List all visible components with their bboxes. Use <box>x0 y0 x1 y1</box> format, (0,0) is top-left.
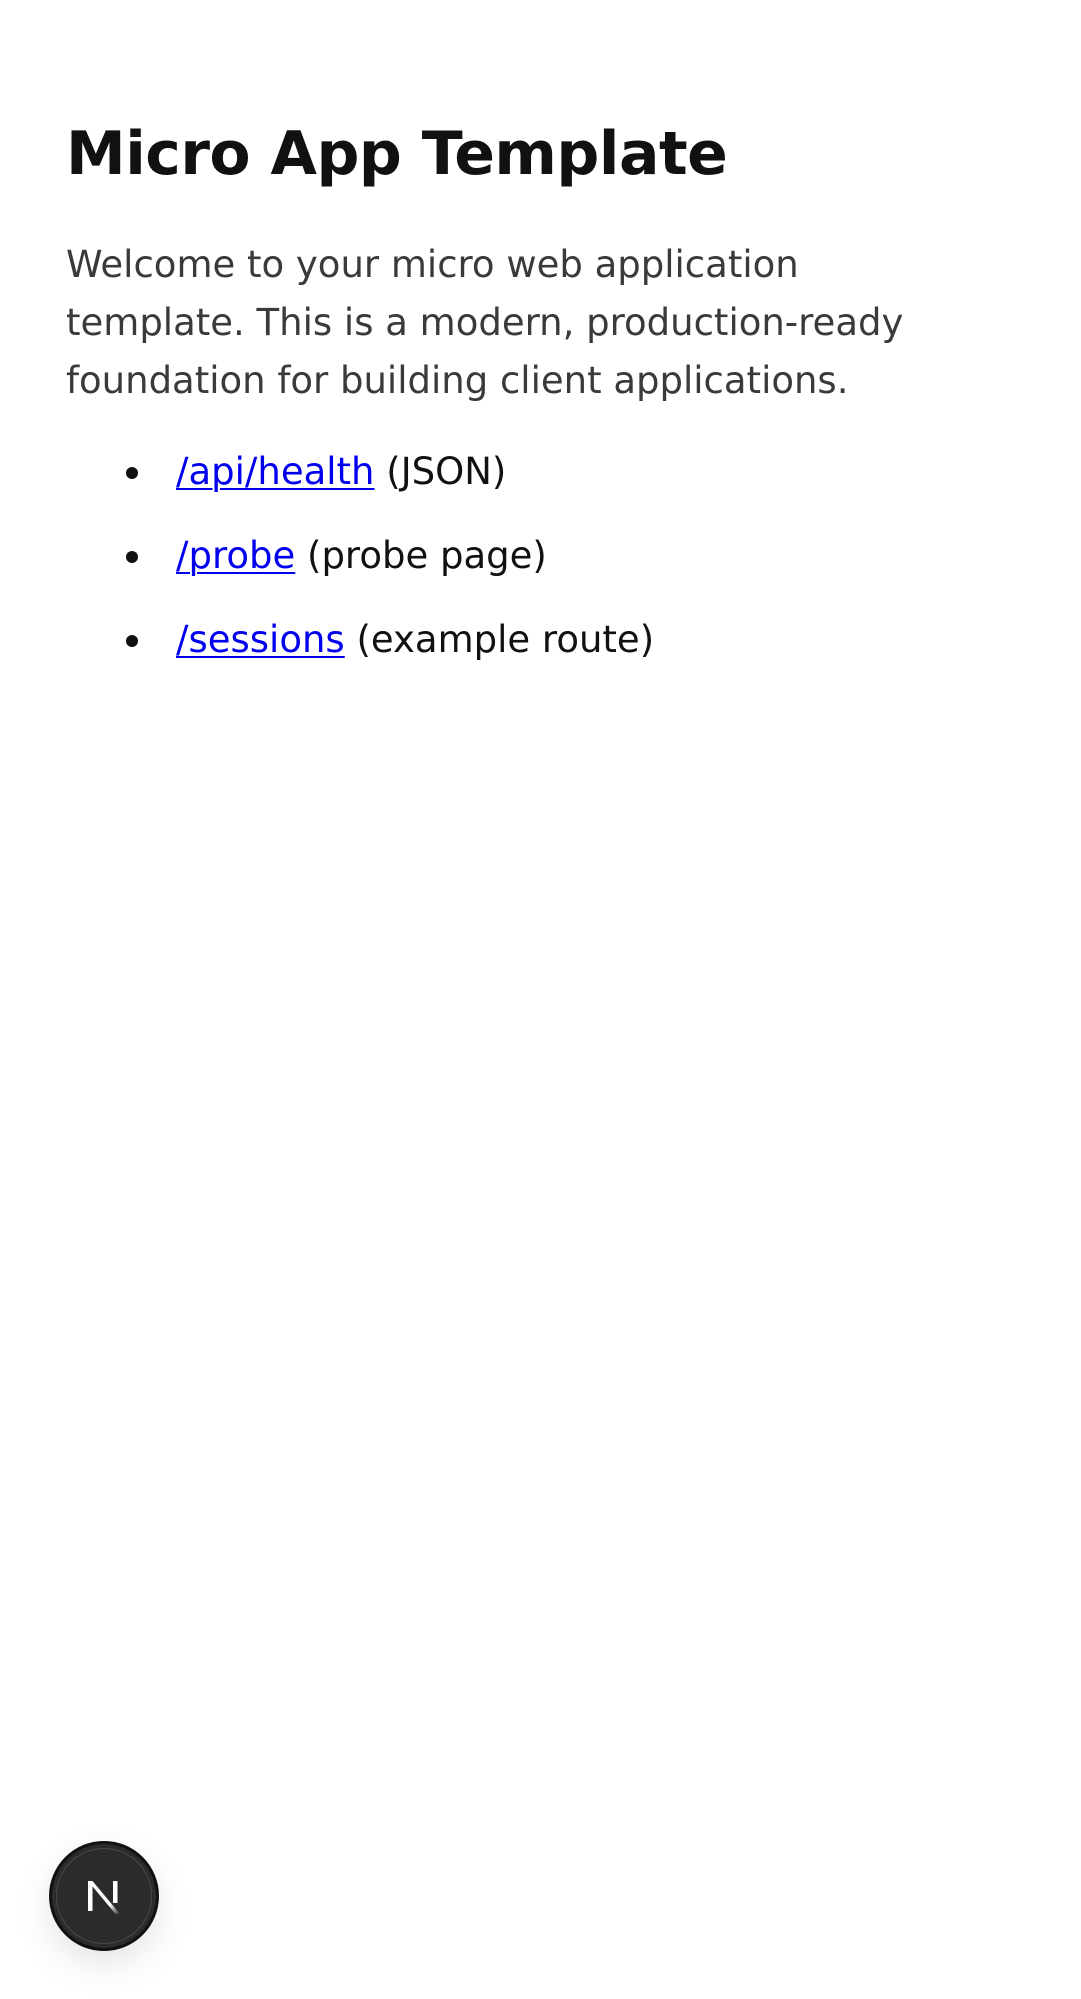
list-item-description: (example route) <box>344 618 655 661</box>
sessions-link[interactable]: /sessions <box>176 618 345 661</box>
bullet-icon <box>126 635 138 647</box>
dev-tools-badge[interactable] <box>52 1844 156 1948</box>
list-item-api-health: /api/health (JSON) <box>66 450 966 494</box>
api-health-link[interactable]: /api/health <box>176 450 375 493</box>
list-item-sessions: /sessions (example route) <box>66 618 966 662</box>
main-content: Micro App Template Welcome to your micro… <box>66 112 966 702</box>
probe-link[interactable]: /probe <box>176 534 295 577</box>
route-list: /api/health (JSON) /probe (probe page) /… <box>66 450 966 662</box>
n-logo-icon <box>88 1881 120 1914</box>
bullet-icon <box>126 467 138 479</box>
list-item-description: (JSON) <box>374 450 507 493</box>
list-item-description: (probe page) <box>295 534 547 577</box>
list-item-probe: /probe (probe page) <box>66 534 966 578</box>
page-title: Micro App Template <box>66 119 728 189</box>
bullet-icon <box>126 551 138 563</box>
intro-paragraph: Welcome to your micro web application te… <box>66 243 904 402</box>
